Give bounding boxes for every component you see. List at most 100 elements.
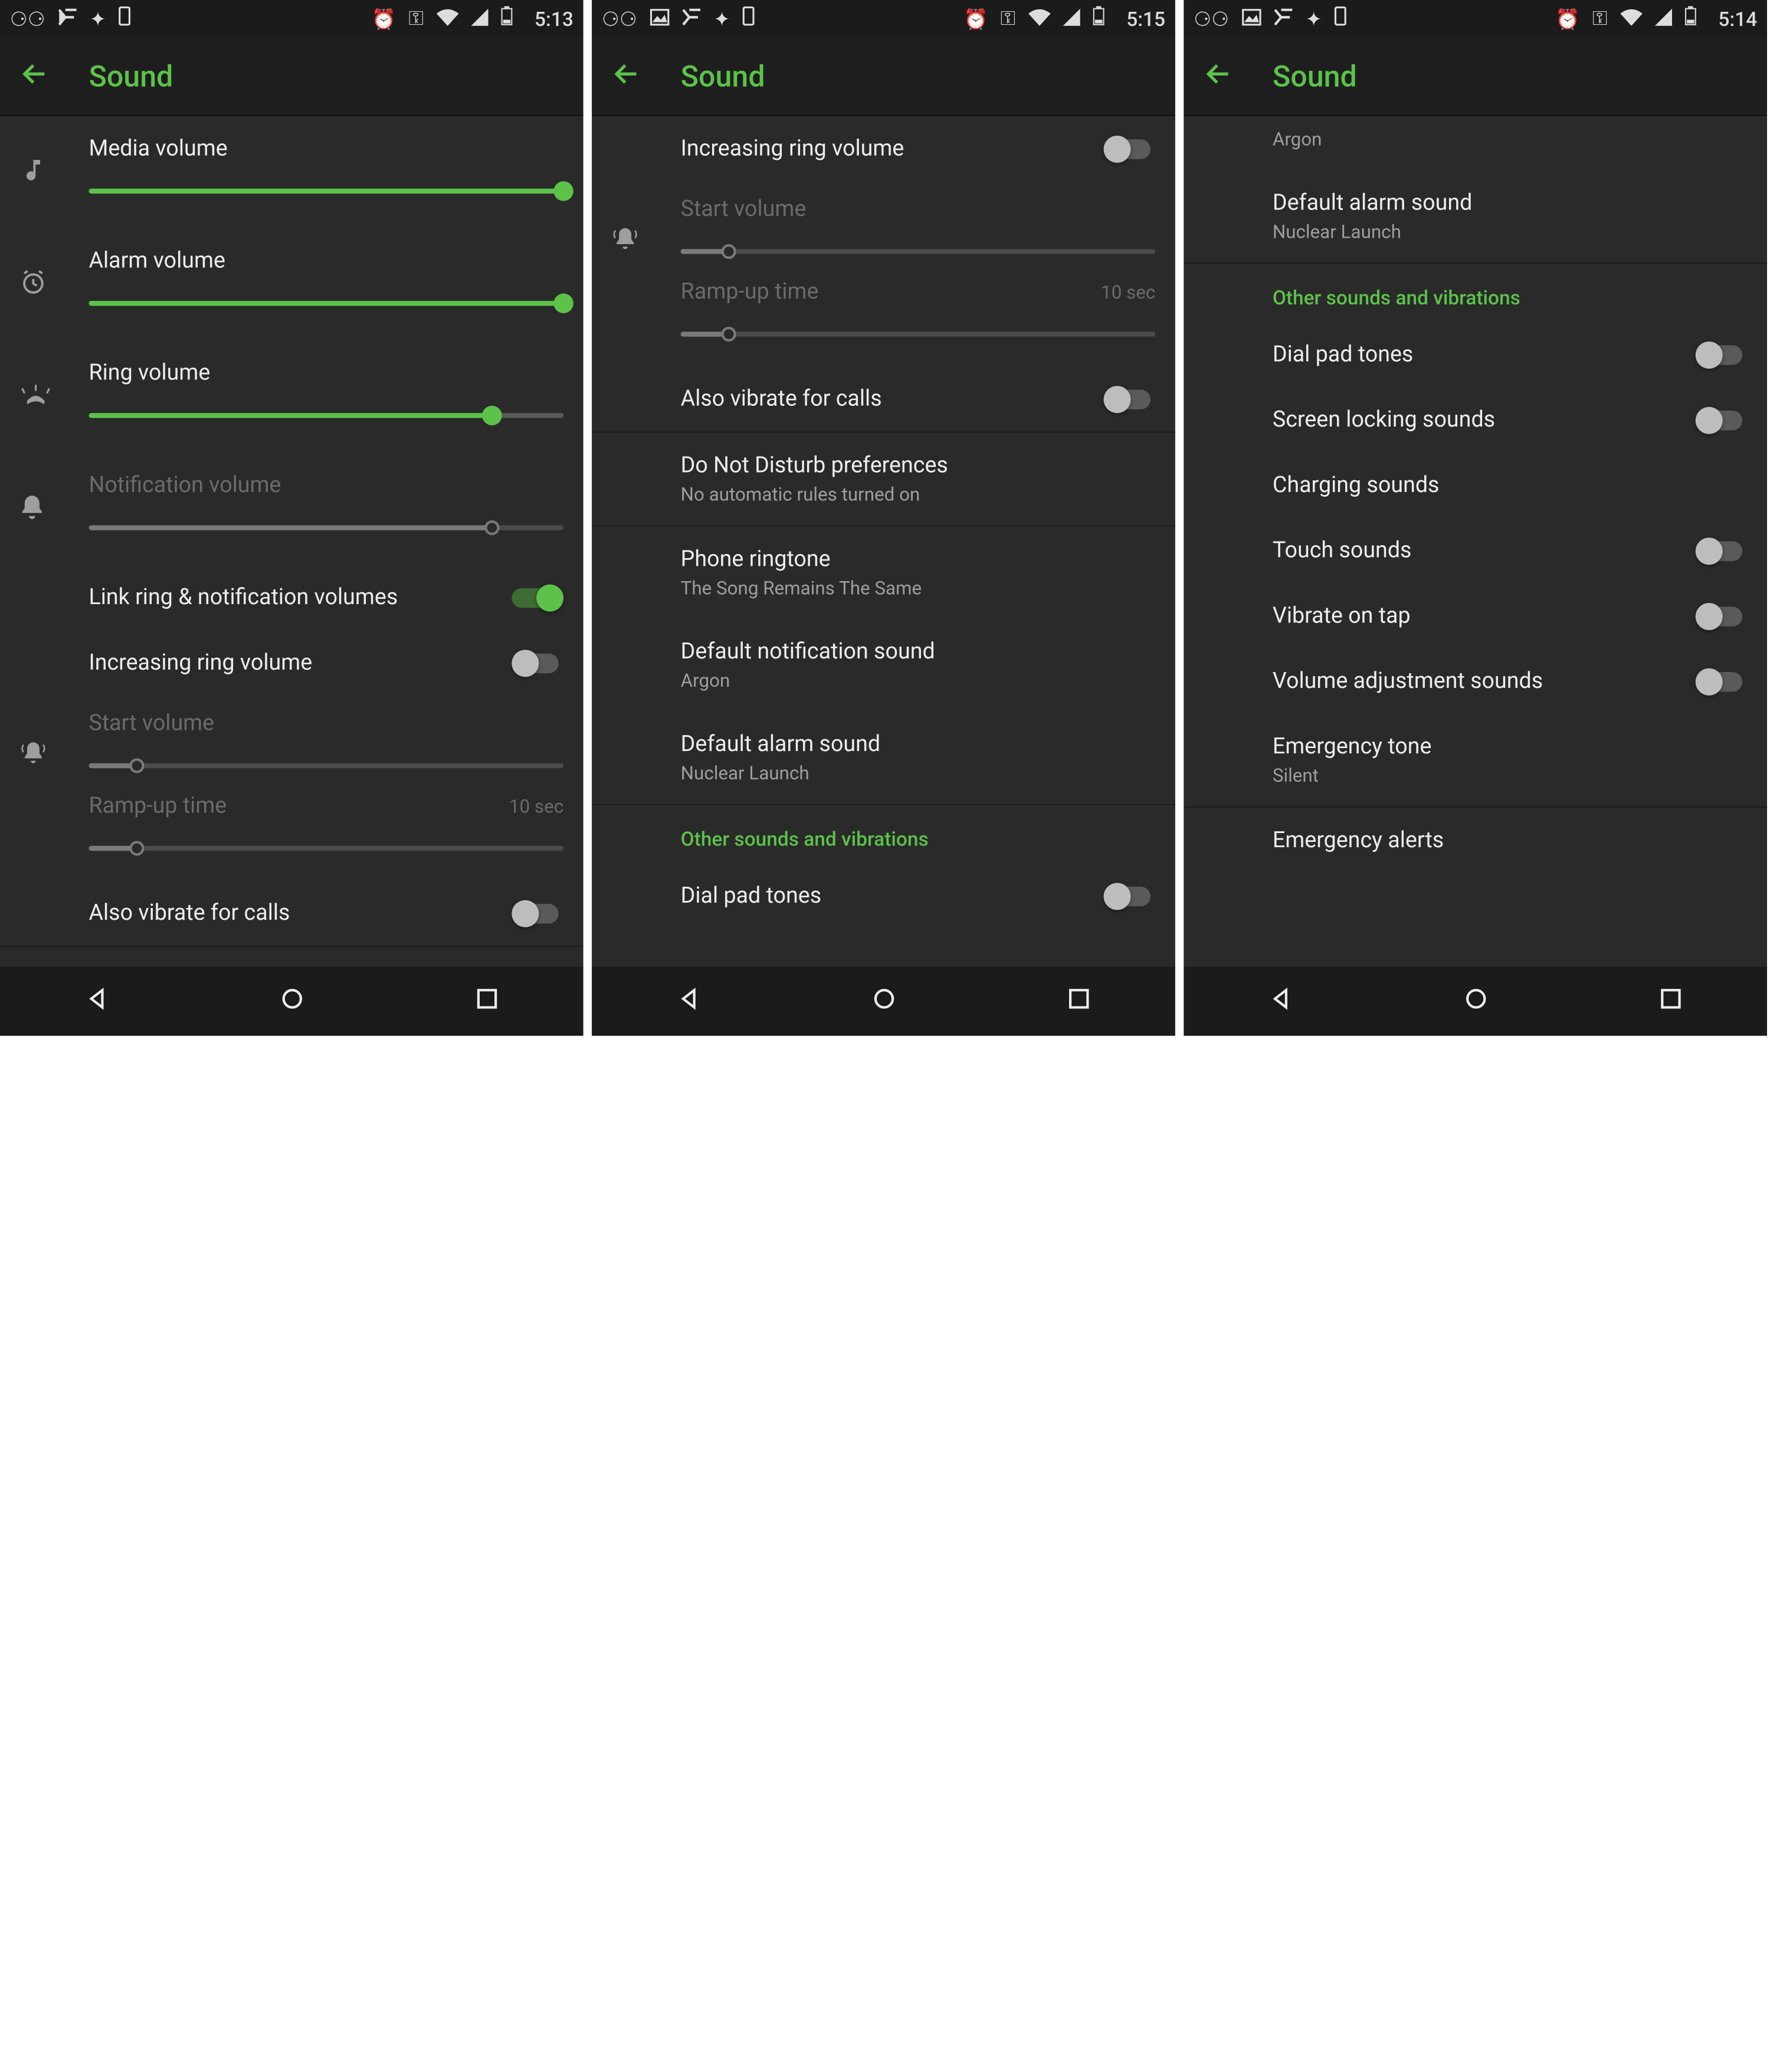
increasing-ring-row[interactable]: Increasing ring volume (681, 116, 1104, 181)
image-icon (650, 6, 669, 30)
settings-list[interactable]: Media volume Alarm volume Ring volume (0, 116, 584, 966)
default-alarm-sublabel: Nuclear Launch (681, 762, 1156, 785)
vibrate-tap-row[interactable]: Vibrate on tap (1273, 583, 1696, 649)
increasing-ring-label: Increasing ring volume (681, 136, 1104, 162)
increasing-ring-row[interactable]: Increasing ring volume (88, 630, 512, 696)
phone-ringtone-sublabel: The Song Remains The Same (681, 577, 1156, 599)
ring-volume-label: Ring volume (88, 360, 563, 386)
start-volume-slider (88, 749, 563, 783)
screen-lock-switch[interactable] (1696, 406, 1748, 434)
nav-bar (1184, 967, 1767, 1036)
signal-icon (470, 6, 487, 30)
phone-screen-3: ⚆⚆ ✦ ⏰ ⚿ 5:14 Sound Argon (1184, 0, 1767, 1036)
settings-list[interactable]: Argon Default alarm sound Nuclear Launch… (1184, 116, 1767, 966)
nav-bar (0, 967, 584, 1036)
signal-icon (1654, 6, 1671, 30)
ring-volume-row[interactable]: Ring volume (88, 340, 563, 453)
settings-list[interactable]: Increasing ring volume Start volume Ramp… (592, 116, 1175, 966)
volume-adj-switch[interactable] (1696, 668, 1748, 695)
media-volume-slider[interactable] (88, 174, 563, 209)
dial-pad-row[interactable]: Dial pad tones (1273, 322, 1696, 387)
increasing-ring-switch[interactable] (512, 649, 563, 676)
alarm-volume-slider[interactable] (88, 286, 563, 321)
dial-pad-label: Dial pad tones (1273, 342, 1696, 368)
also-vibrate-row[interactable]: Also vibrate for calls (88, 880, 512, 946)
also-vibrate-label: Also vibrate for calls (681, 386, 1104, 412)
ringing-bell-icon (19, 740, 47, 772)
status-bar[interactable]: ⚆⚆ ✦ ⏰ ⚿ 5:15 (592, 0, 1175, 37)
emergency-alerts-row[interactable]: Emergency alerts (1273, 808, 1748, 873)
increasing-ring-switch[interactable] (1104, 135, 1156, 162)
phone-screen-1: ⚆⚆ ✦ ⏰ ⚿ 5:13 Sound Media volume (0, 0, 584, 1036)
touch-sounds-switch[interactable] (1696, 537, 1748, 564)
default-alarm-label: Default alarm sound (681, 731, 1156, 757)
vibrate-tap-switch[interactable] (1696, 602, 1748, 630)
status-bar[interactable]: ⚆⚆ ✦ ⏰ ⚿ 5:13 (0, 0, 584, 37)
screen-lock-row[interactable]: Screen locking sounds (1273, 387, 1696, 453)
default-notification-label: Default notification sound (681, 639, 1156, 665)
alarm-icon: ⏰ (1555, 6, 1580, 30)
volume-adj-row[interactable]: Volume adjustment sounds (1273, 648, 1696, 714)
touch-sounds-row[interactable]: Touch sounds (1273, 518, 1696, 583)
vf-icon (1273, 6, 1293, 30)
leaf-icon: ✦ (90, 6, 106, 30)
key-icon: ⚿ (1592, 6, 1607, 31)
default-notification-row[interactable]: Default notification sound Argon (681, 619, 1156, 712)
leaf-icon: ✦ (713, 6, 730, 30)
voicemail-icon: ⚆⚆ (10, 6, 45, 30)
media-volume-row[interactable]: Media volume (88, 116, 563, 228)
phone-screen-2: ⚆⚆ ✦ ⏰ ⚿ 5:15 Sound Increasing ring volu… (592, 0, 1175, 1036)
nav-back-icon[interactable] (677, 986, 702, 1016)
wifi-icon (1620, 6, 1642, 30)
nav-home-icon[interactable] (280, 986, 305, 1016)
also-vibrate-switch[interactable] (512, 900, 563, 927)
default-alarm-row[interactable]: Default alarm sound Nuclear Launch (1273, 170, 1748, 263)
link-volumes-label: Link ring & notification volumes (88, 585, 512, 611)
also-vibrate-switch[interactable] (1104, 385, 1156, 412)
status-time: 5:15 (1126, 6, 1165, 30)
increasing-ring-label: Increasing ring volume (88, 650, 512, 676)
emergency-tone-label: Emergency tone (1273, 734, 1748, 760)
back-icon[interactable] (19, 58, 49, 93)
alarm-volume-row[interactable]: Alarm volume (88, 228, 563, 340)
phone-ringtone-row[interactable]: Phone ringtone The Song Remains The Same (681, 526, 1156, 619)
back-icon[interactable] (1204, 58, 1233, 93)
signal-icon (1063, 6, 1080, 30)
nav-home-icon[interactable] (1464, 986, 1489, 1016)
nav-recent-icon[interactable] (1068, 988, 1090, 1015)
dial-pad-switch[interactable] (1696, 341, 1748, 368)
nav-back-icon[interactable] (86, 986, 110, 1016)
battery-icon (500, 6, 512, 31)
alarm-clock-icon (19, 268, 47, 300)
dial-pad-switch[interactable] (1104, 882, 1156, 909)
dial-pad-row[interactable]: Dial pad tones (681, 863, 1104, 929)
link-volumes-row[interactable]: Link ring & notification volumes (88, 565, 512, 630)
nav-recent-icon[interactable] (476, 988, 498, 1015)
link-volumes-switch[interactable] (512, 584, 563, 611)
nav-home-icon[interactable] (873, 986, 897, 1016)
back-icon[interactable] (612, 58, 641, 93)
also-vibrate-row[interactable]: Also vibrate for calls (681, 366, 1104, 432)
charging-label: Charging sounds (1273, 472, 1748, 498)
dnd-row[interactable]: Do Not Disturb preferences No automatic … (681, 433, 1156, 526)
key-icon: ⚿ (408, 6, 423, 31)
ring-icon (19, 381, 51, 412)
touch-sounds-label: Touch sounds (1273, 537, 1696, 563)
start-volume-slider (681, 234, 1156, 269)
nav-recent-icon[interactable] (1660, 988, 1682, 1015)
nav-back-icon[interactable] (1269, 986, 1294, 1016)
ramp-up-label: Ramp-up time (681, 278, 819, 304)
default-alarm-row[interactable]: Default alarm sound Nuclear Launch (681, 712, 1156, 804)
ringing-bell-icon (612, 225, 639, 257)
ring-volume-slider[interactable] (88, 398, 563, 433)
status-bar[interactable]: ⚆⚆ ✦ ⏰ ⚿ 5:14 (1184, 0, 1767, 37)
start-volume-label: Start volume (681, 196, 1156, 222)
ramp-up-value: 10 sec (1101, 281, 1155, 304)
dnd-row[interactable]: Do Not Disturb preferences No automatic … (88, 947, 563, 966)
vf-icon (58, 6, 77, 30)
emergency-tone-row[interactable]: Emergency tone Silent (1273, 714, 1748, 806)
argon-tail: Argon (1273, 128, 1748, 150)
dnd-label: Do Not Disturb preferences (681, 453, 1156, 478)
charging-row[interactable]: Charging sounds (1273, 453, 1748, 518)
key-icon: ⚿ (1001, 6, 1015, 31)
